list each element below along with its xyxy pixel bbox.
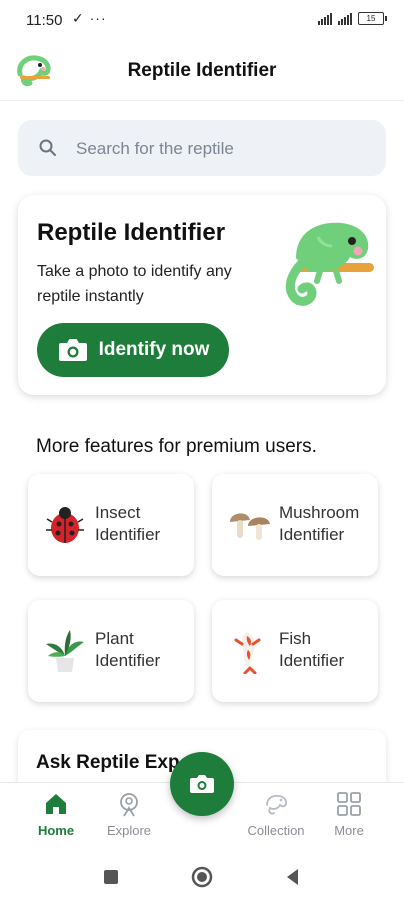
tile-label: Fish Identifier [279, 629, 345, 670]
nav-label: Explore [106, 823, 152, 838]
search-input[interactable]: Search for the reptile [18, 120, 386, 176]
search-placeholder: Search for the reptile [76, 139, 234, 158]
status-time: 11:50 [26, 12, 63, 29]
camera-fab-button[interactable] [170, 752, 234, 816]
chameleon-icon [266, 794, 288, 815]
nav-home[interactable]: Home [21, 791, 91, 849]
identifier-hero-card: Reptile Identifier Take a photo to ident… [18, 195, 386, 395]
tile-label: Insect Identifier [95, 503, 161, 544]
fish-identifier-tile[interactable]: Fish Identifier [212, 600, 378, 702]
chameleon-illustration-icon [285, 222, 374, 306]
home-icon [46, 794, 66, 814]
nav-more[interactable]: More [314, 791, 384, 849]
recent-apps-icon[interactable] [98, 864, 124, 890]
notification-icons: ✓ ··· [72, 10, 107, 26]
koi-fish-icon [234, 632, 261, 674]
nav-label: Collection [247, 823, 305, 838]
grid-icon [337, 792, 361, 816]
identify-now-label: Identify now [98, 339, 210, 360]
explore-icon [120, 793, 138, 817]
nav-label: More [334, 823, 364, 838]
identify-now-button[interactable]: Identify now [37, 323, 229, 377]
search-icon [39, 139, 56, 156]
cellular-signal-icon [318, 12, 332, 25]
hero-title: Reptile Identifier [37, 219, 226, 246]
tile-label: Plant Identifier [95, 629, 161, 670]
nav-label: Home [37, 823, 75, 838]
status-bar: 11:50 ✓ ··· 15 [0, 0, 404, 42]
cellular-signal-icon [338, 12, 352, 25]
potted-plant-icon [46, 630, 84, 672]
battery-icon: 15 [358, 12, 387, 25]
system-navigation-bar [0, 854, 404, 900]
camera-icon [58, 339, 87, 361]
nav-collection[interactable]: Collection [241, 791, 311, 849]
home-circle-icon[interactable] [189, 864, 215, 890]
nav-explore[interactable]: Explore [94, 791, 164, 849]
ask-expert-title: Ask Reptile Exp [36, 752, 180, 773]
mushroom-identifier-tile[interactable]: Mushroom Identifier [212, 474, 378, 576]
camera-icon [190, 775, 214, 793]
tile-label: Mushroom Identifier [279, 503, 360, 544]
hero-subtitle: Take a photo to identify any reptile ins… [37, 263, 232, 305]
mushroom-icon [230, 513, 270, 540]
status-right-icons: 15 [318, 12, 387, 25]
insect-identifier-tile[interactable]: Insect Identifier [28, 474, 194, 576]
app-header: Reptile Identifier [0, 44, 404, 101]
ladybug-icon [46, 507, 84, 543]
back-triangle-icon[interactable] [280, 864, 306, 890]
page-title: Reptile Identifier [127, 60, 277, 81]
premium-features-heading: More features for premium users. [36, 436, 317, 457]
plant-identifier-tile[interactable]: Plant Identifier [28, 600, 194, 702]
